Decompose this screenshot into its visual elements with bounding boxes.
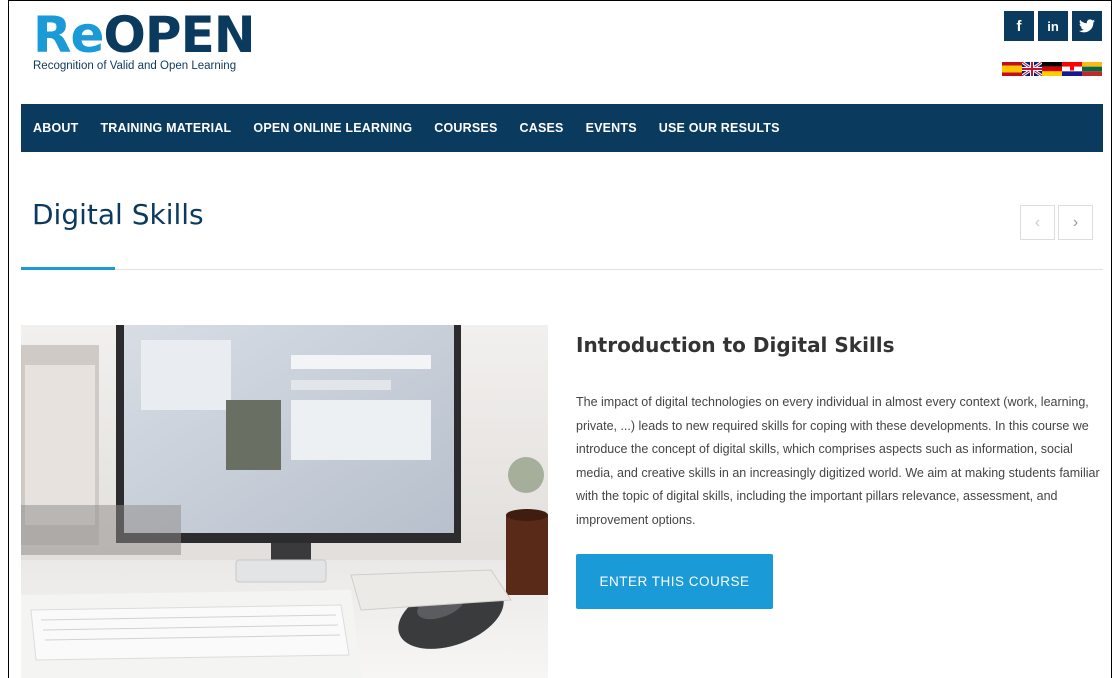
nav-item-courses[interactable]: COURSES — [423, 121, 508, 135]
course-image — [21, 325, 548, 678]
chevron-left-icon: ‹ — [1034, 213, 1041, 231]
enter-course-button[interactable]: ENTER THIS COURSE — [576, 554, 773, 609]
facebook-button[interactable]: f — [1004, 11, 1034, 41]
logo-tagline: Recognition of Valid and Open Learning — [33, 60, 237, 72]
logo-wordmark: ReOPEN — [33, 10, 256, 60]
title-accent-bar — [21, 267, 115, 270]
nav-item-cases[interactable]: CASES — [508, 121, 574, 135]
flag-spain-icon[interactable] — [1002, 62, 1022, 76]
title-divider — [21, 269, 1103, 270]
logo-part-open: OPEN — [103, 6, 255, 64]
linkedin-icon: in — [1047, 18, 1059, 34]
pagination-arrows: ‹ › — [1020, 205, 1093, 240]
course-description: The impact of digital technologies on ev… — [576, 395, 1100, 527]
twitter-icon — [1079, 19, 1095, 33]
flag-croatia-icon[interactable] — [1062, 62, 1082, 76]
nav-item-events[interactable]: EVENTS — [575, 121, 648, 135]
next-button[interactable]: › — [1058, 205, 1093, 240]
social-links: f in — [1004, 11, 1102, 41]
flag-uk-icon[interactable] — [1022, 62, 1042, 76]
nav-item-training-material[interactable]: TRAINING MATERIAL — [89, 121, 242, 135]
course-title[interactable]: Introduction to Digital Skills — [576, 333, 895, 357]
desk-photo-illustration — [21, 325, 548, 678]
chevron-right-icon: › — [1072, 213, 1079, 231]
main-nav: ABOUT TRAINING MATERIAL OPEN ONLINE LEAR… — [21, 104, 1103, 152]
nav-item-open-online-learning[interactable]: OPEN ONLINE LEARNING — [242, 121, 423, 135]
nav-item-use-our-results[interactable]: USE OUR RESULTS — [648, 121, 791, 135]
prev-button[interactable]: ‹ — [1020, 205, 1055, 240]
flag-lithuania-icon[interactable] — [1082, 62, 1102, 76]
facebook-icon: f — [1016, 17, 1022, 35]
flag-germany-icon[interactable] — [1042, 62, 1062, 76]
nav-item-about[interactable]: ABOUT — [21, 121, 89, 135]
twitter-button[interactable] — [1072, 11, 1102, 41]
language-selector — [1002, 62, 1102, 76]
linkedin-button[interactable]: in — [1038, 11, 1068, 41]
site-logo[interactable]: ReOPEN Recognition of Valid and Open Lea… — [33, 10, 256, 72]
logo-part-re: Re — [33, 6, 104, 64]
page-title: Digital Skills — [32, 198, 204, 231]
